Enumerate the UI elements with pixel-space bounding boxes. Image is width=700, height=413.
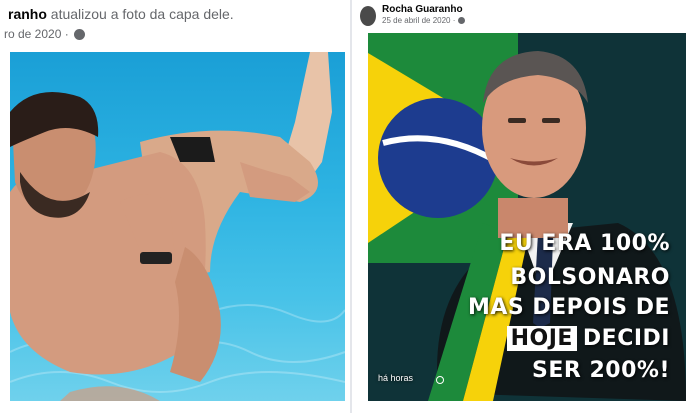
time-label: há horas — [378, 373, 414, 383]
highlight-word: HOJE — [506, 326, 577, 351]
overlay-text-line: MAS DEPOIS DE — [467, 295, 670, 320]
overlay-text-line: SER 200%! — [532, 358, 670, 383]
post-date[interactable]: ro de 2020 · — [4, 27, 69, 41]
cover-photo[interactable] — [10, 52, 345, 401]
right-post: Rocha Guaranho 25 de abril de 2020 · EU … — [350, 0, 700, 413]
avatar[interactable] — [360, 6, 376, 26]
post-image[interactable]: EU ERA 100% BOLSONARO MAS DEPOIS DE HOJE… — [368, 33, 686, 401]
overlay-word: DECIDI — [582, 326, 670, 351]
post-date[interactable]: 25 de abril de 2020 · — [382, 16, 455, 25]
overlay-text-line: BOLSONARO — [510, 265, 670, 290]
globe-icon — [73, 28, 85, 40]
globe-icon — [458, 17, 466, 24]
post-action-text: atualizou a foto da capa dele. — [50, 6, 234, 22]
underwater-scene — [10, 52, 345, 401]
clock-icon — [436, 376, 444, 384]
left-post: ranho atualizou a foto da capa dele. ro … — [0, 0, 352, 413]
author-name[interactable]: ranho — [8, 6, 47, 22]
post-meta: ro de 2020 · — [4, 27, 85, 41]
post-meta: 25 de abril de 2020 · — [382, 16, 466, 25]
post-header: ranho atualizou a foto da capa dele. — [8, 6, 348, 22]
post-header: Rocha Guaranho 25 de abril de 2020 · — [360, 4, 466, 26]
overlay-text-line: EU ERA 100% — [499, 231, 670, 256]
author-name[interactable]: Rocha Guaranho — [382, 4, 465, 15]
overlay-text-line: HOJE DECIDI — [440, 326, 670, 351]
